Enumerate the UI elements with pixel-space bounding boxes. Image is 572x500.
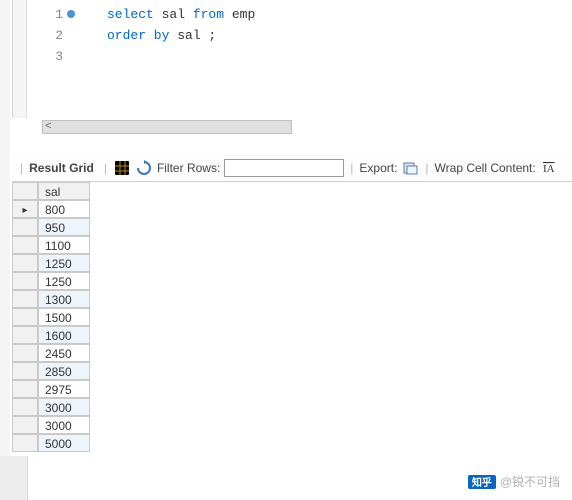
cell-value[interactable]: 2450: [38, 344, 90, 362]
row-handle[interactable]: [12, 398, 38, 416]
cell-value[interactable]: 3000: [38, 416, 90, 434]
zhihu-logo-icon: 知乎: [468, 475, 496, 489]
table-row[interactable]: 2850: [12, 362, 572, 380]
table-row[interactable]: 1300: [12, 290, 572, 308]
cell-value[interactable]: 1500: [38, 308, 90, 326]
breakpoint-marker-icon[interactable]: [67, 10, 75, 18]
table-row[interactable]: 5000: [12, 434, 572, 452]
row-handle[interactable]: [12, 272, 38, 290]
line-numbers: 123: [27, 0, 77, 118]
row-handle[interactable]: [12, 218, 38, 236]
separator: |: [104, 161, 107, 175]
table-row[interactable]: 800: [12, 200, 572, 218]
results-toolbar: | Result Grid | Filter Rows: | Export: |…: [12, 154, 572, 182]
bottom-tab-strip: [0, 456, 28, 500]
table-row[interactable]: 950: [12, 218, 572, 236]
cell-value[interactable]: 800: [38, 200, 90, 218]
watermark-author: @锐不可挡: [500, 473, 560, 490]
row-handle[interactable]: [12, 236, 38, 254]
table-row[interactable]: 2975: [12, 380, 572, 398]
line-number: 3: [27, 46, 63, 67]
row-handle[interactable]: [12, 362, 38, 380]
cell-value[interactable]: 1250: [38, 272, 90, 290]
cell-value[interactable]: 950: [38, 218, 90, 236]
left-gutter-strip: [0, 0, 10, 500]
separator: |: [425, 161, 428, 175]
table-row[interactable]: 1600: [12, 326, 572, 344]
table-row[interactable]: 1250: [12, 254, 572, 272]
row-handle[interactable]: [12, 254, 38, 272]
scroll-left-arrow[interactable]: <: [45, 121, 52, 133]
grid-header-row: sal: [12, 182, 572, 200]
cell-value[interactable]: 1600: [38, 326, 90, 344]
export-label: Export:: [359, 161, 397, 175]
row-handle[interactable]: [12, 326, 38, 344]
watermark: 知乎 @锐不可挡: [468, 473, 560, 490]
row-handle[interactable]: [12, 416, 38, 434]
column-header[interactable]: sal: [38, 182, 90, 200]
table-row[interactable]: 1100: [12, 236, 572, 254]
row-handle[interactable]: [12, 200, 38, 218]
table-row[interactable]: 3000: [12, 398, 572, 416]
code-line[interactable]: [107, 46, 255, 67]
row-handle[interactable]: [12, 290, 38, 308]
code-content[interactable]: select sal from emporder by sal ;: [77, 0, 255, 118]
refresh-icon[interactable]: [135, 159, 153, 177]
table-row[interactable]: 1500: [12, 308, 572, 326]
table-row[interactable]: 2450: [12, 344, 572, 362]
editor-gutter: [13, 0, 27, 118]
table-row[interactable]: 3000: [12, 416, 572, 434]
row-handle[interactable]: [12, 308, 38, 326]
corner-cell[interactable]: [12, 182, 38, 200]
row-handle[interactable]: [12, 380, 38, 398]
wrap-cell-label: Wrap Cell Content:: [435, 161, 536, 175]
export-icon[interactable]: [401, 159, 419, 177]
cell-value[interactable]: 3000: [38, 398, 90, 416]
separator: |: [20, 161, 23, 175]
code-line[interactable]: order by sal ;: [107, 25, 255, 46]
line-number: 2: [27, 25, 63, 46]
code-line[interactable]: select sal from emp: [107, 4, 255, 25]
cell-value[interactable]: 5000: [38, 434, 90, 452]
cell-value[interactable]: 1300: [38, 290, 90, 308]
result-grid-label: Result Grid: [29, 161, 94, 175]
filter-rows-input[interactable]: [224, 159, 344, 177]
grid-view-icon[interactable]: [113, 159, 131, 177]
line-number: 1: [27, 4, 63, 25]
cell-value[interactable]: 1100: [38, 236, 90, 254]
cell-value[interactable]: 2850: [38, 362, 90, 380]
cell-value[interactable]: 2975: [38, 380, 90, 398]
wrap-cell-icon[interactable]: IA: [540, 159, 558, 177]
table-row[interactable]: 1250: [12, 272, 572, 290]
separator: |: [350, 161, 353, 175]
filter-rows-label: Filter Rows:: [157, 161, 220, 175]
row-handle[interactable]: [12, 344, 38, 362]
horizontal-scrollbar[interactable]: <: [42, 120, 292, 134]
result-grid[interactable]: sal8009501100125012501300150016002450285…: [12, 182, 572, 452]
svg-text:IA: IA: [543, 163, 555, 175]
cell-value[interactable]: 1250: [38, 254, 90, 272]
sql-editor[interactable]: 123 select sal from emporder by sal ;: [12, 0, 572, 118]
row-handle[interactable]: [12, 434, 38, 452]
